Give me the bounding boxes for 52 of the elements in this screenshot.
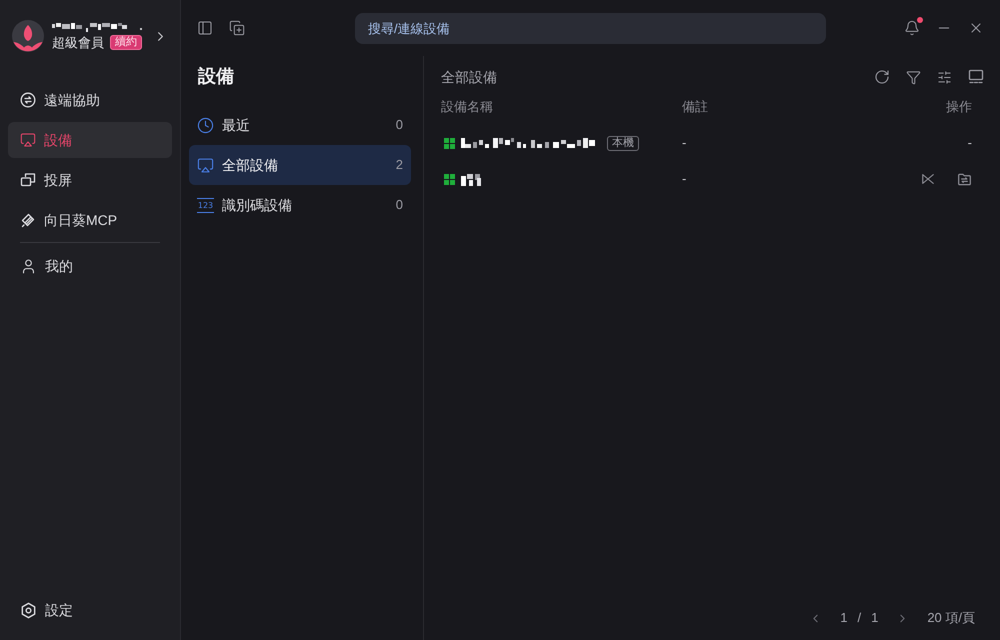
group-count: 2: [396, 156, 403, 174]
nav-item[interactable]: 遠端協助: [8, 82, 172, 118]
screen-triangle-icon: [197, 156, 214, 174]
clock-icon: [197, 116, 214, 134]
group-count: 0: [396, 116, 403, 134]
nav-item[interactable]: 投屏: [8, 162, 172, 198]
current-page: 1: [840, 609, 848, 628]
nav-item[interactable]: 設備: [8, 122, 172, 158]
group-item[interactable]: 全部設備 2: [189, 145, 411, 185]
screen-triangle-icon: [20, 132, 36, 148]
file-transfer-button[interactable]: [957, 172, 972, 186]
notification-bell-icon[interactable]: [904, 20, 920, 36]
four-squares-icon: [444, 174, 455, 184]
page-separator: /: [857, 609, 862, 628]
list-title: 全部設備: [441, 68, 497, 86]
device-tag: 本機: [607, 136, 639, 150]
action-text: -: [968, 134, 972, 152]
remote-control-button[interactable]: [921, 172, 935, 186]
pixelated-name: [461, 172, 483, 186]
refresh-icon[interactable]: [874, 69, 890, 85]
sidebar-toggle-icon[interactable]: [197, 20, 213, 36]
bowtie-arrows-icon: [921, 172, 935, 186]
monitor-blocks-icon: [968, 69, 984, 85]
nav-item[interactable]: 向日葵MCP: [8, 202, 172, 238]
diamond-weave-icon: [20, 212, 36, 228]
panel-title: 設備: [196, 65, 235, 88]
sliders-icon[interactable]: [937, 70, 952, 84]
filter-icon[interactable]: [906, 70, 921, 84]
nav-item[interactable]: 我的: [8, 248, 172, 284]
note-text: -: [682, 170, 686, 188]
folder-transfer-icon: [957, 172, 972, 186]
membership-label: 超級會員: [52, 34, 104, 50]
note-text: -: [682, 134, 686, 152]
group-count: 0: [396, 196, 403, 214]
group-item[interactable]: 最近 0: [189, 105, 411, 145]
column-header: 操作: [946, 98, 972, 116]
settings-icon: [20, 602, 37, 618]
renew-badge[interactable]: 續約: [110, 35, 142, 50]
page-size-select[interactable]: 20 項/頁: [927, 608, 975, 628]
total-pages: 1: [871, 609, 878, 628]
settings-item[interactable]: 設定: [8, 592, 172, 628]
search-field[interactable]: 搜尋/連線設備: [355, 12, 826, 44]
four-squares-icon: [444, 138, 455, 148]
column-header: 設備名稱: [441, 98, 494, 116]
new-window-icon[interactable]: [229, 20, 245, 36]
layout-button[interactable]: [968, 69, 984, 85]
overlapping-screens-icon: [20, 172, 36, 188]
column-header: 備註: [682, 98, 708, 116]
circle-arrows-icon: [20, 92, 36, 108]
user-icon: [20, 258, 37, 274]
avatar-logo-icon: [12, 20, 44, 52]
group-item[interactable]: 123 識別碼設備 0: [189, 185, 411, 225]
